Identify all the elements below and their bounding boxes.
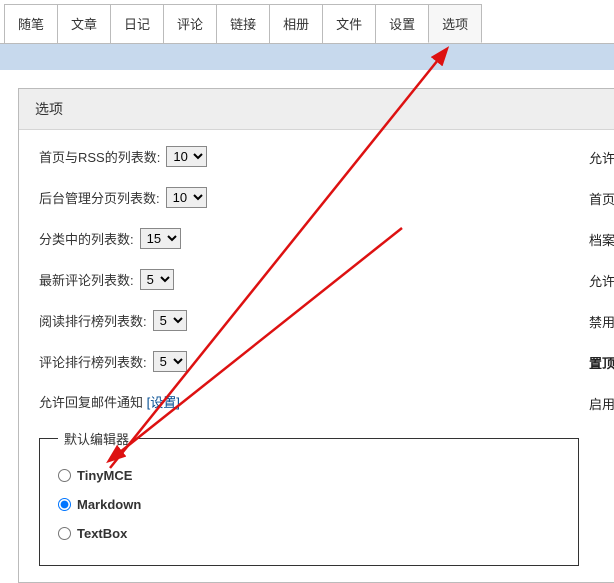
- side-link-allow[interactable]: 允许: [589, 148, 614, 167]
- field-label: 首页与RSS的列表数:: [39, 147, 160, 166]
- side-link-archive[interactable]: 档案: [589, 230, 614, 249]
- radio-label-tinymce: TinyMCE: [77, 468, 132, 483]
- field-home-rss: 首页与RSS的列表数: 10: [39, 146, 559, 167]
- tab-xiangce[interactable]: 相册: [269, 4, 323, 43]
- field-label: 最新评论列表数:: [39, 270, 134, 289]
- tab-riji[interactable]: 日记: [110, 4, 164, 43]
- radio-textbox[interactable]: [58, 527, 71, 540]
- email-notify-label: 允许回复邮件通知: [39, 395, 143, 410]
- field-label: 分类中的列表数:: [39, 229, 134, 248]
- field-read-rank: 阅读排行榜列表数: 5: [39, 310, 559, 331]
- select-comment-rank[interactable]: 5: [153, 351, 187, 372]
- tab-wenjian[interactable]: 文件: [322, 4, 376, 43]
- radio-row-markdown[interactable]: Markdown: [58, 497, 560, 512]
- fieldset-legend: 默认编辑器: [58, 429, 135, 448]
- default-editor-fieldset: 默认编辑器 TinyMCE Markdown TextBox: [39, 429, 579, 566]
- tab-suibi[interactable]: 随笔: [4, 4, 58, 43]
- tab-shezhi[interactable]: 设置: [375, 4, 429, 43]
- tab-lianjie[interactable]: 链接: [216, 4, 270, 43]
- panel-title: 选项: [19, 89, 614, 130]
- radio-markdown[interactable]: [58, 498, 71, 511]
- radio-tinymce[interactable]: [58, 469, 71, 482]
- select-admin-page[interactable]: 10: [166, 187, 207, 208]
- field-category: 分类中的列表数: 15: [39, 228, 559, 249]
- side-links: 允许 首页 档案 允许 禁用 置顶 启用: [589, 146, 614, 566]
- side-link-home[interactable]: 首页: [589, 189, 614, 208]
- select-recent-comments[interactable]: 5: [140, 269, 174, 290]
- side-link-disable[interactable]: 禁用: [589, 312, 614, 331]
- select-read-rank[interactable]: 5: [153, 310, 187, 331]
- select-category[interactable]: 15: [140, 228, 181, 249]
- options-panel: 选项 首页与RSS的列表数: 10 后台管理分页列表数: 10 分类中的列表数:: [18, 88, 614, 583]
- email-notify-settings-link[interactable]: [设置]: [147, 395, 180, 410]
- tab-xuanxiang[interactable]: 选项: [428, 4, 482, 43]
- field-admin-page: 后台管理分页列表数: 10: [39, 187, 559, 208]
- field-recent-comments: 最新评论列表数: 5: [39, 269, 559, 290]
- radio-row-tinymce[interactable]: TinyMCE: [58, 468, 560, 483]
- tab-bar: 随笔 文章 日记 评论 链接 相册 文件 设置 选项: [0, 0, 614, 44]
- side-link-enable[interactable]: 启用: [589, 394, 614, 413]
- select-home-rss[interactable]: 10: [166, 146, 207, 167]
- tab-pinglun[interactable]: 评论: [163, 4, 217, 43]
- radio-label-textbox: TextBox: [77, 526, 127, 541]
- side-link-top[interactable]: 置顶: [589, 353, 614, 372]
- email-notify-row: 允许回复邮件通知 [设置]: [39, 392, 559, 411]
- field-comment-rank: 评论排行榜列表数: 5: [39, 351, 559, 372]
- tab-wenzhang[interactable]: 文章: [57, 4, 111, 43]
- radio-row-textbox[interactable]: TextBox: [58, 526, 560, 541]
- blue-header-bar: [0, 44, 614, 70]
- field-label: 评论排行榜列表数:: [39, 352, 147, 371]
- field-label: 阅读排行榜列表数:: [39, 311, 147, 330]
- side-link-allow2[interactable]: 允许: [589, 271, 614, 290]
- radio-label-markdown: Markdown: [77, 497, 141, 512]
- field-label: 后台管理分页列表数:: [39, 188, 160, 207]
